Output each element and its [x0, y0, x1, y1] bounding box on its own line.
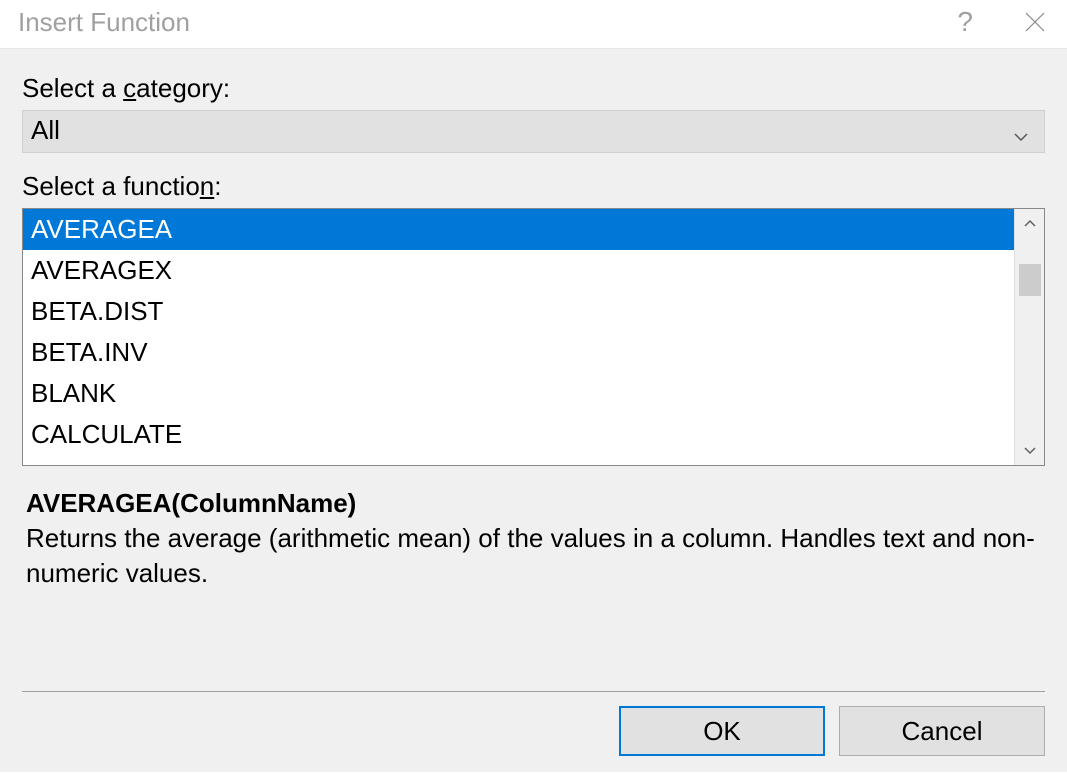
function-label: Select a function:	[22, 171, 1045, 202]
scroll-up-icon[interactable]	[1015, 209, 1044, 239]
separator	[22, 691, 1045, 692]
description-area: AVERAGEA(ColumnName) Returns the average…	[22, 488, 1045, 677]
function-item[interactable]: BLANK	[23, 373, 1014, 414]
function-description: Returns the average (arithmetic mean) of…	[26, 521, 1041, 591]
help-icon[interactable]: ?	[957, 6, 973, 38]
function-item[interactable]: AVERAGEX	[23, 250, 1014, 291]
function-item[interactable]: CALCULATE	[23, 414, 1014, 455]
close-icon[interactable]	[1021, 8, 1049, 36]
chevron-down-icon	[1012, 122, 1030, 140]
category-label: Select a category:	[22, 73, 1045, 104]
function-listbox[interactable]: AVERAGEA AVERAGEX BETA.DIST BETA.INV BLA…	[22, 208, 1045, 466]
function-item[interactable]: CALCULATETABLE	[23, 456, 1014, 465]
button-row: OK Cancel	[22, 706, 1045, 756]
category-dropdown[interactable]: All	[22, 110, 1045, 153]
ok-button[interactable]: OK	[619, 706, 825, 756]
scroll-down-icon[interactable]	[1015, 435, 1044, 465]
function-signature: AVERAGEA(ColumnName)	[26, 488, 1041, 519]
scrollbar[interactable]	[1014, 209, 1044, 465]
titlebar-controls: ?	[957, 6, 1049, 38]
function-item[interactable]: BETA.INV	[23, 332, 1014, 373]
function-items-container: AVERAGEA AVERAGEX BETA.DIST BETA.INV BLA…	[23, 209, 1014, 465]
function-item[interactable]: BETA.DIST	[23, 291, 1014, 332]
scroll-thumb[interactable]	[1019, 264, 1041, 296]
dialog-title: Insert Function	[18, 7, 190, 38]
titlebar: Insert Function ?	[0, 0, 1067, 48]
cancel-button[interactable]: Cancel	[839, 706, 1045, 756]
dialog-content: Select a category: All Select a function…	[0, 48, 1067, 772]
function-item[interactable]: AVERAGEA	[23, 209, 1014, 250]
category-selected-value: All	[31, 115, 60, 146]
